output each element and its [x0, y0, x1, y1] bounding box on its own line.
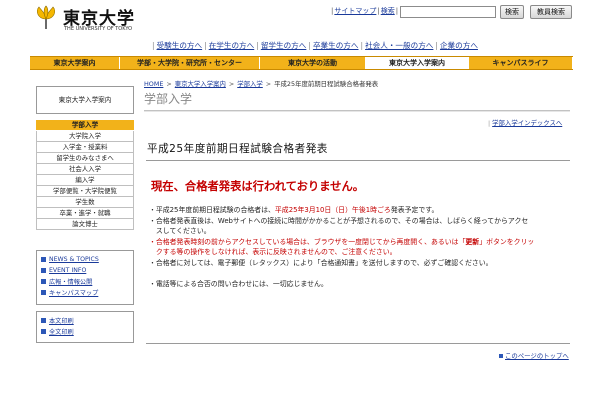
audience-link-students[interactable]: 在学生の方へ — [209, 41, 255, 50]
faculty-search-button[interactable]: 教員検索 — [530, 5, 572, 19]
sidebar-item-working-adults[interactable]: 社会人入学 — [36, 164, 134, 175]
link-print-body[interactable]: 本文印刷 — [49, 316, 74, 325]
sidebar-title: 東京大学入学案内 — [36, 86, 134, 114]
body-text: ・合格者に対しては、電子郵便（レタックス）により「合格通知書」を送付しますので、… — [149, 258, 493, 267]
page-top-link[interactable]: このページのトップへ — [505, 352, 569, 360]
section-title: 学部入学 — [144, 92, 193, 106]
link-print-all[interactable]: 全文印刷 — [49, 327, 74, 336]
sidebar-item-transfer[interactable]: 編入学 — [36, 175, 134, 186]
breadcrumb-current: 平成25年度前期日程試験合格者発表 — [274, 80, 379, 88]
link-public-relations[interactable]: 広報・情報公開 — [49, 277, 92, 286]
sidebar-links-box: NEWS & TOPICS EVENT INFO 広報・情報公開 キャンパスマッ… — [36, 250, 134, 305]
sidebar-item-careers[interactable]: 卒業・進学・就職 — [36, 208, 134, 219]
search-button[interactable]: 検索 — [500, 5, 524, 19]
status-notice: 現在、合格者発表は行われておりません。 — [151, 180, 365, 193]
audience-link-applicants[interactable]: 受験生の方へ — [157, 41, 203, 50]
sidebar-item-graduate[interactable]: 大学院入学 — [36, 131, 134, 142]
link-event-info[interactable]: EVENT INFO — [49, 267, 86, 274]
warning-text: ・合格者発表時刻の前からアクセスしている場合は、ブラウザを一度閉じてから再度開く… — [149, 237, 466, 246]
body-text: 発表予定です。 — [390, 206, 439, 214]
print-icon — [41, 329, 46, 334]
main-nav: 東京大学案内 学部・大学院・研究所・センター 東京大学の活動 東京大学入学案内 … — [30, 56, 573, 70]
warning-text: クする等の操作をしなければ、表示に反映されませんので、ご注意ください。 — [149, 248, 397, 257]
announcement-body: ・平成25年度前期日程試験の合格者は、平成25年3月10日（日）午後1時ごろ発表… — [149, 205, 563, 290]
audience-link-companies[interactable]: 企業の方へ — [440, 41, 478, 50]
body-text: ・平成25年度前期日程試験の合格者は、 — [149, 206, 275, 214]
ginkgo-emblem-icon — [36, 5, 56, 29]
breadcrumb-undergraduate[interactable]: 学部入学 — [237, 80, 263, 88]
announcement-datetime: 平成25年3月10日（日）午後1時ごろ — [274, 206, 391, 214]
undergraduate-index-link[interactable]: 学部入学インデックスへ — [492, 119, 562, 127]
body-text: ・電話等による合否の問い合わせには、一切応じません。 — [149, 280, 328, 289]
sitemap-link[interactable]: サイトマップ — [334, 7, 376, 15]
logo-subtitle: THE UNIVERSITY OF TOKYO — [64, 26, 133, 32]
sidebar-item-thesis-doctorate[interactable]: 論文博士 — [36, 219, 134, 230]
warning-text: 」ボタンをクリッ — [479, 237, 535, 246]
audience-link-alumni[interactable]: 卒業生の方へ — [313, 41, 359, 50]
body-text: スしてください。 — [149, 227, 211, 236]
sidebar-item-student-count[interactable]: 学生数 — [36, 197, 134, 208]
audience-nav: | 受験生の方へ | 在学生の方へ | 留学生の方へ | 卒業生の方へ | 社会人・一般の方へ | 企… — [152, 41, 478, 50]
search-link[interactable]: 検索 — [381, 7, 395, 15]
utility-links: |サイトマップ|検索| — [331, 7, 399, 15]
title-divider — [146, 160, 570, 161]
audience-link-international[interactable]: 留学生の方へ — [261, 41, 307, 50]
body-text: ・合格者発表直後は、Webサイトへの接続に時間がかかることが予想されるので、その… — [149, 216, 529, 225]
link-campus-map[interactable]: キャンパスマップ — [49, 288, 98, 297]
bullet-icon — [41, 257, 46, 262]
breadcrumb-home[interactable]: HOME — [144, 80, 163, 88]
content-divider — [146, 343, 570, 344]
sidebar-print-box: 本文印刷 全文印刷 — [36, 311, 134, 343]
sidebar-menu: 大学院入学 入学金・授業料 留学生のみなさまへ 社会人入学 編入学 学部便覧・大… — [36, 131, 134, 230]
bullet-icon — [41, 279, 46, 284]
breadcrumb-admissions[interactable]: 東京大学入学案内 — [175, 80, 226, 88]
section-divider — [144, 110, 570, 112]
nav-tab-about[interactable]: 東京大学案内 — [30, 57, 120, 69]
sidebar-item-international[interactable]: 留学生のみなさまへ — [36, 153, 134, 164]
page-title: 平成25年度前期日程試験合格者発表 — [147, 143, 328, 155]
nav-tab-faculties[interactable]: 学部・大学院・研究所・センター — [120, 57, 260, 69]
refresh-button-label: 更新 — [465, 237, 480, 246]
index-link-wrap: | 学部入学インデックスへ — [488, 119, 563, 127]
sidebar-item-fees[interactable]: 入学金・授業料 — [36, 142, 134, 153]
university-logo[interactable]: 東京大学 THE UNIVERSITY OF TOKYO — [33, 4, 143, 34]
page-top-link-wrap: このページのトップへ — [499, 351, 569, 360]
sidebar-item-handbooks[interactable]: 学部便覧・大学院便覧 — [36, 186, 134, 197]
breadcrumb: HOME > 東京大学入学案内 > 学部入学 > 平成25年度前期日程試験合格者発表 — [144, 80, 379, 88]
audience-link-public[interactable]: 社会人・一般の方へ — [365, 41, 433, 50]
arrow-up-icon — [499, 354, 503, 358]
bullet-icon — [41, 290, 46, 295]
page: 東京大学 THE UNIVERSITY OF TOKYO |サイトマップ|検索|… — [30, 0, 573, 400]
print-icon — [41, 318, 46, 323]
bullet-icon — [41, 268, 46, 273]
nav-tab-activities[interactable]: 東京大学の活動 — [260, 57, 366, 69]
nav-tab-campus-life[interactable]: キャンパスライフ — [469, 57, 573, 69]
link-news-topics[interactable]: NEWS & TOPICS — [49, 256, 99, 263]
sidebar-item-undergraduate[interactable]: 学部入学 — [36, 120, 134, 130]
nav-tab-admissions[interactable]: 東京大学入学案内 — [366, 57, 469, 69]
site-search-input[interactable] — [400, 6, 496, 18]
